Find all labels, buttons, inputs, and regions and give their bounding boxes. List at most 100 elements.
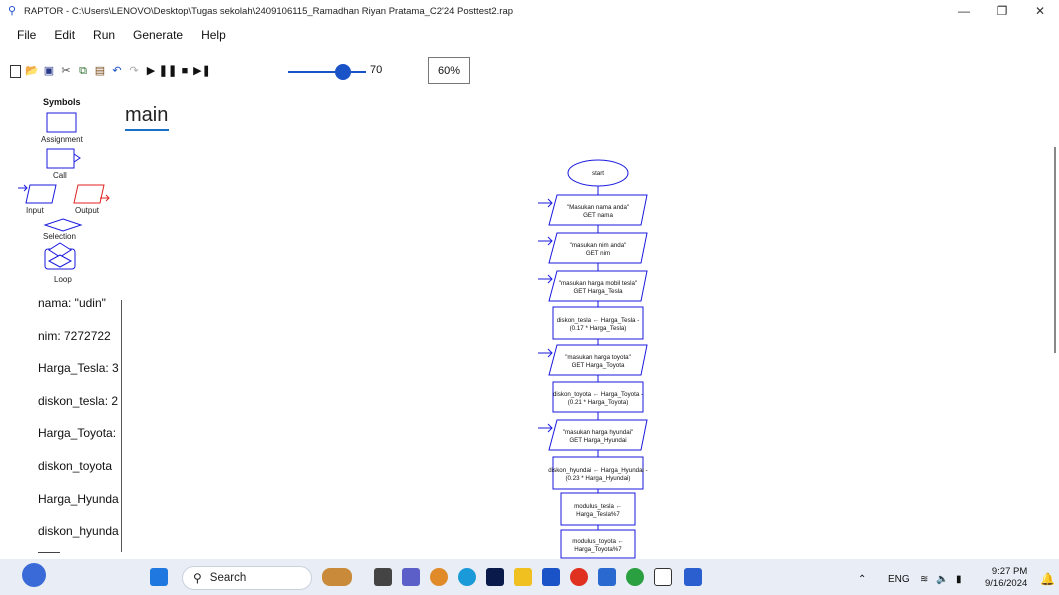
menu-file[interactable]: File <box>17 28 36 42</box>
maximize-button[interactable]: ❐ <box>983 0 1021 22</box>
step-line-1: diskon_tesla ← Harga_Tesla - <box>557 317 640 324</box>
variables-divider <box>121 300 122 552</box>
step-line-2: (0.21 * Harga_Toyota) <box>568 399 629 406</box>
call-symbol[interactable] <box>46 148 82 170</box>
input-symbol[interactable] <box>18 183 58 205</box>
loop-label: Loop <box>54 275 72 284</box>
start-label: start <box>592 170 604 177</box>
save-button[interactable]: ▣ <box>42 64 56 78</box>
zoom-level-box[interactable]: 60% <box>428 57 470 84</box>
new-file-button[interactable] <box>8 64 22 78</box>
copy-icon: ⧉ <box>79 65 87 77</box>
cut-button[interactable]: ✂ <box>59 64 73 78</box>
run-button[interactable]: ▶ <box>144 64 158 78</box>
battery-icon[interactable]: ▮ <box>956 574 962 585</box>
step-line-1: modulus_tesla ← <box>574 503 622 510</box>
show-hidden-icons-icon[interactable]: ⌃ <box>858 574 866 585</box>
undo-button[interactable]: ↶ <box>110 64 124 78</box>
menu-bar: File Edit Run Generate Help <box>0 25 226 45</box>
symbols-title: Symbols <box>43 97 81 107</box>
variables-scrollbar[interactable] <box>38 552 60 553</box>
copy-button[interactable]: ⧉ <box>76 64 90 78</box>
volume-icon[interactable]: 🔈 <box>936 574 948 585</box>
edge-icon[interactable] <box>458 568 476 586</box>
play-icon: ▶ <box>146 65 156 77</box>
paste-icon: ▤ <box>94 65 106 77</box>
raptor-app-icon: ⚲ <box>8 5 17 17</box>
task-view-icon[interactable] <box>374 568 392 586</box>
input-arrow-icon <box>538 348 553 358</box>
step-line-1: "masukan harga hyundai" <box>563 429 633 436</box>
save-icon: ▣ <box>43 65 55 77</box>
stop-icon: ■ <box>181 65 189 77</box>
clock-date: 9/16/2024 <box>985 578 1028 589</box>
step-line-2: (0.23 * Harga_Hyundai) <box>565 475 630 482</box>
output-symbol[interactable] <box>72 183 112 205</box>
opera-icon[interactable] <box>570 568 588 586</box>
loop-symbol[interactable] <box>43 242 79 272</box>
window-controls: — ❐ ✕ <box>945 0 1059 22</box>
clock-time: 9:27 PM <box>991 566 1028 577</box>
step-button[interactable]: ▶❚ <box>193 64 211 78</box>
taskbar-clock[interactable]: 9:27 PM 9/16/2024 <box>985 566 1027 590</box>
step-line-1: modulus_toyota ← <box>572 538 624 545</box>
open-file-button[interactable]: 📂 <box>25 64 39 78</box>
raptor-taskbar-icon[interactable] <box>654 568 672 586</box>
pause-button[interactable]: ❚❚ <box>159 64 177 78</box>
variable-item: Harga_Tesla: 3 <box>38 361 119 376</box>
stop-button[interactable]: ■ <box>178 64 192 78</box>
speed-slider[interactable] <box>288 63 368 81</box>
search-icon: ⚲ <box>193 571 202 585</box>
slider-thumb[interactable] <box>335 64 351 80</box>
minimize-button[interactable]: — <box>945 0 983 22</box>
vertical-scrollbar[interactable] <box>1054 147 1056 353</box>
step-line-2: GET Harga_Toyota <box>572 362 625 369</box>
menu-help[interactable]: Help <box>201 28 226 42</box>
menu-edit[interactable]: Edit <box>54 28 75 42</box>
store-icon[interactable] <box>598 568 616 586</box>
copilot-icon[interactable] <box>430 568 448 586</box>
variable-item: diskon_toyota <box>38 458 113 473</box>
variable-item: nama: "udin" <box>38 296 106 310</box>
toolbar: 📂 ▣ ✂ ⧉ ▤ ↶ ↷ ▶ ❚❚ ■ ▶❚ <box>8 62 211 80</box>
undo-icon: ↶ <box>112 65 122 77</box>
taskbar-search[interactable]: ⚲ Search <box>182 566 312 590</box>
step-line-1: "masukan harga mobil tesla" <box>559 280 637 287</box>
step-line-2: (0.17 * Harga_Tesla) <box>570 325 627 332</box>
input-arrow-icon <box>538 198 553 208</box>
menu-generate[interactable]: Generate <box>133 28 183 42</box>
call-label: Call <box>53 171 67 180</box>
variable-item: diskon_tesla: 2 <box>38 393 119 408</box>
input-label: Input <box>26 206 44 215</box>
step-line-2: GET nim <box>586 250 610 257</box>
assignment-symbol[interactable] <box>46 112 78 134</box>
redo-button[interactable]: ↷ <box>127 64 141 78</box>
close-button[interactable]: ✕ <box>1021 0 1059 22</box>
wifi-icon[interactable]: ≋ <box>920 574 928 585</box>
variable-item: Harga_Toyota: <box>38 426 117 441</box>
selection-symbol[interactable] <box>43 218 83 232</box>
variable-item: Harga_Hyunda <box>38 491 119 506</box>
variable-item: nim: 7272722 <box>38 328 111 343</box>
chrome-icon[interactable] <box>626 568 644 586</box>
launcher-icon[interactable] <box>542 568 560 586</box>
menu-run[interactable]: Run <box>93 28 115 42</box>
tab-main[interactable]: main <box>125 104 168 127</box>
file-explorer-icon[interactable] <box>514 568 532 586</box>
word-icon[interactable] <box>684 568 702 586</box>
photoshop-icon[interactable] <box>486 568 504 586</box>
step-line-2: Harga_Tesla%7 <box>576 511 620 518</box>
paste-button[interactable]: ▤ <box>93 64 107 78</box>
notification-bell-icon[interactable]: 🔔 <box>1040 572 1055 586</box>
language-indicator[interactable]: ENG <box>888 574 910 585</box>
slider-value: 70 <box>370 64 383 76</box>
flowchart-canvas[interactable]: start "Masukan nama anda"GET nama "masukan… <box>520 150 660 560</box>
input-arrow-icon <box>538 236 553 246</box>
search-label: Search <box>209 572 247 584</box>
new-file-icon <box>9 64 21 78</box>
assignment-label: Assignment <box>41 135 83 144</box>
kangaroo-widget-icon[interactable] <box>322 568 352 586</box>
weather-widget-icon[interactable] <box>22 563 46 587</box>
windows-start-icon[interactable] <box>150 568 168 586</box>
teams-icon[interactable] <box>402 568 420 586</box>
